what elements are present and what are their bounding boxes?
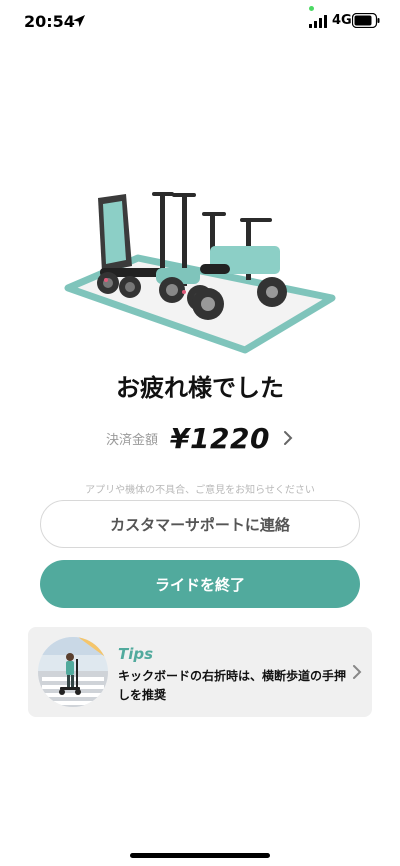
parked-scooters-and-bikes-illustration [64,192,336,354]
network-type: 4G [332,13,352,28]
page-title: お疲れ様でした [116,374,284,402]
tips-text: キックボードの右折時は、横断歩道の手押しを推奨 [118,669,347,702]
tips-card[interactable]: Tips キックボードの右折時は、横断歩道の手押しを推奨 [28,627,372,717]
home-indicator [130,853,270,858]
privacy-indicator-dot [309,6,314,11]
status-time: 20:54 [24,12,75,31]
battery-icon [352,13,380,28]
contact-support-button[interactable]: カスタマーサポートに連絡 [40,500,360,548]
tips-heading: Tips [118,645,154,663]
feedback-note: アプリや機体の不具合、ご意見をお知らせください [85,485,315,496]
fare-amount: ¥1220 [170,421,270,455]
fare-label: 決済金額 [106,432,159,448]
end-ride-button[interactable]: ライドを終了 [40,560,360,608]
fare-row[interactable]: 決済金額 ¥1220 [0,418,400,458]
scooter-crosswalk-illustration [38,637,108,707]
chevron-right-icon[interactable] [282,430,294,446]
status-bar: 20:54 4G [0,0,400,44]
cellular-signal-icon [309,15,327,28]
chevron-right-icon[interactable] [352,665,362,679]
location-arrow-icon [73,15,85,27]
